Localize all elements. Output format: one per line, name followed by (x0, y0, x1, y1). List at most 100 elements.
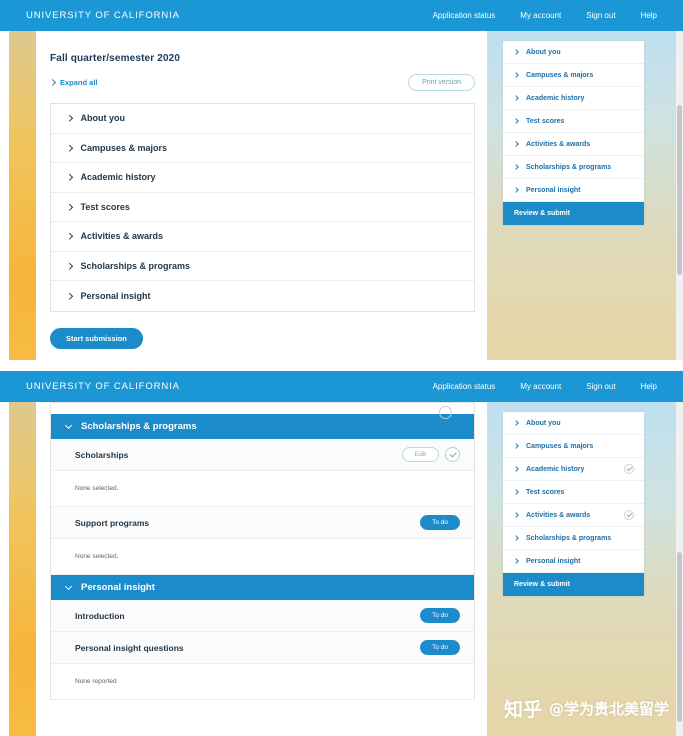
page-scrollbar[interactable] (676, 31, 683, 360)
sidebar-item-label: Scholarships & programs (526, 163, 612, 171)
page-title: Fall quarter/semester 2020 (50, 53, 181, 64)
sidebar-review-submit-button[interactable]: Review & submit (503, 573, 644, 596)
chevron-right-icon (66, 174, 73, 181)
todo-badge[interactable]: To do (420, 608, 460, 623)
section-title: Scholarships & programs (81, 421, 197, 432)
main-content-top: Fall quarter/semester 2020 Expand all Pr… (48, 53, 475, 349)
sidebar-item-label: Scholarships & programs (526, 534, 612, 542)
section-header-scholarships-programs[interactable]: Scholarships & programs (51, 414, 474, 439)
nav-sign-out[interactable]: Sign out (586, 382, 615, 391)
chevron-right-icon (48, 78, 57, 87)
sidebar-item-label: Campuses & majors (526, 442, 594, 450)
chevron-right-icon (66, 233, 73, 240)
sidebar-item-test-scores[interactable]: Test scores (503, 110, 644, 133)
check-circle-icon (445, 447, 460, 462)
top-nav-links: Application status My account Sign out H… (433, 11, 657, 20)
accordion-item-personal-insight[interactable]: Personal insight (51, 281, 474, 311)
note-row-scholarships: None selected. (51, 471, 474, 507)
site-brand: UNIVERSITY OF CALIFORNIA (26, 381, 180, 392)
chevron-right-icon (66, 115, 73, 122)
nav-my-account[interactable]: My account (520, 382, 561, 391)
section-sidebar-top: About you Campuses & majors Academic his… (503, 41, 644, 225)
sidebar-cta-label: Review & submit (514, 581, 571, 588)
sidebar-item-activities-awards[interactable]: Activities & awards (503, 504, 644, 527)
sidebar-item-label: Test scores (526, 488, 565, 496)
chevron-right-icon (513, 95, 519, 101)
page-scrollbar[interactable] (676, 402, 683, 736)
left-white-pad (0, 402, 9, 736)
sidebar-item-personal-insight[interactable]: Personal insight (503, 179, 644, 202)
sidebar-item-label: Personal insight (526, 557, 581, 565)
accordion-item-scholarships-programs[interactable]: Scholarships & programs (51, 252, 474, 281)
accordion-item-test-scores[interactable]: Test scores (51, 193, 474, 222)
check-circle-icon (624, 464, 634, 474)
section-title: Personal insight (81, 582, 155, 593)
chevron-right-icon (66, 262, 73, 269)
edit-button[interactable]: Edit (401, 447, 439, 462)
sidebar-cta-label: Review & submit (514, 210, 571, 217)
sidebar-item-activities-awards[interactable]: Activities & awards (503, 133, 644, 156)
nav-sign-out[interactable]: Sign out (586, 11, 615, 20)
sidebar-item-about-you[interactable]: About you (503, 412, 644, 435)
sidebar-item-label: Activities & awards (526, 511, 591, 519)
accordion-label: Test scores (80, 201, 130, 212)
nav-help[interactable]: Help (641, 11, 657, 20)
left-white-pad (0, 31, 9, 360)
nav-application-status[interactable]: Application status (433, 11, 496, 20)
sidebar-item-label: Personal insight (526, 186, 581, 194)
note-text: None selected. (75, 553, 119, 560)
accordion-item-about-you[interactable]: About you (51, 104, 474, 134)
chevron-right-icon (66, 203, 73, 210)
sidebar-item-academic-history[interactable]: Academic history (503, 458, 644, 481)
accordion-label: About you (80, 113, 126, 124)
nav-my-account[interactable]: My account (520, 11, 561, 20)
chevron-down-icon (64, 421, 73, 430)
page-body-bottom: Scholarships & programs Scholarships Edi… (0, 402, 683, 736)
chevron-right-icon (513, 512, 519, 518)
subsection-title: Personal insight questions (75, 642, 184, 653)
top-nav-links: Application status My account Sign out H… (433, 382, 657, 391)
main-content-bottom: Scholarships & programs Scholarships Edi… (50, 402, 475, 700)
application-sections-accordion: About you Campuses & majors Academic his… (50, 103, 475, 312)
chevron-right-icon (513, 72, 519, 78)
expand-all-toggle[interactable]: Expand all (48, 78, 98, 87)
chevron-right-icon (513, 466, 519, 472)
todo-badge[interactable]: To do (420, 640, 460, 655)
sidebar-review-submit-button[interactable]: Review & submit (503, 202, 644, 225)
expand-all-label: Expand all (60, 78, 98, 87)
accordion-item-campuses-majors[interactable]: Campuses & majors (51, 134, 474, 163)
accordion-label: Activities & awards (80, 231, 164, 242)
sidebar-item-campuses-majors[interactable]: Campuses & majors (503, 64, 644, 87)
nav-help[interactable]: Help (641, 382, 657, 391)
sidebar-item-scholarships-programs[interactable]: Scholarships & programs (503, 527, 644, 550)
subsection-actions: To do (420, 640, 460, 655)
accordion-label: Academic history (80, 172, 156, 183)
browser-capture-top: UNIVERSITY OF CALIFORNIA Application sta… (0, 0, 683, 360)
subsection-actions: To do (420, 515, 460, 530)
nav-application-status[interactable]: Application status (433, 382, 496, 391)
partially-visible-row-above (50, 402, 475, 419)
scrollbar-thumb[interactable] (677, 552, 682, 722)
chevron-right-icon (66, 292, 73, 299)
page-body-top: Fall quarter/semester 2020 Expand all Pr… (0, 31, 683, 360)
section-header-personal-insight[interactable]: Personal insight (51, 575, 474, 600)
todo-badge[interactable]: To do (420, 515, 460, 530)
left-gold-strip (9, 31, 36, 360)
start-submission-button[interactable]: Start submission (50, 327, 143, 349)
screenshot-root: UNIVERSITY OF CALIFORNIA Application sta… (0, 0, 683, 736)
sidebar-item-academic-history[interactable]: Academic history (503, 87, 644, 110)
sidebar-item-campuses-majors[interactable]: Campuses & majors (503, 435, 644, 458)
check-circle-icon (624, 510, 634, 520)
sidebar-item-test-scores[interactable]: Test scores (503, 481, 644, 504)
accordion-item-academic-history[interactable]: Academic history (51, 163, 474, 193)
accordion-item-activities-awards[interactable]: Activities & awards (51, 222, 474, 252)
chevron-right-icon (513, 118, 519, 124)
sidebar-item-about-you[interactable]: About you (503, 41, 644, 64)
subsection-row-scholarships: Scholarships Edit (51, 439, 474, 471)
print-version-button[interactable]: Print version (408, 74, 475, 91)
sidebar-item-personal-insight[interactable]: Personal insight (503, 550, 644, 573)
sidebar-item-scholarships-programs[interactable]: Scholarships & programs (503, 156, 644, 179)
scrollbar-thumb[interactable] (677, 105, 682, 275)
check-circle-icon (439, 406, 452, 419)
section-scholarships-programs: Scholarships & programs Scholarships Edi… (50, 414, 475, 575)
